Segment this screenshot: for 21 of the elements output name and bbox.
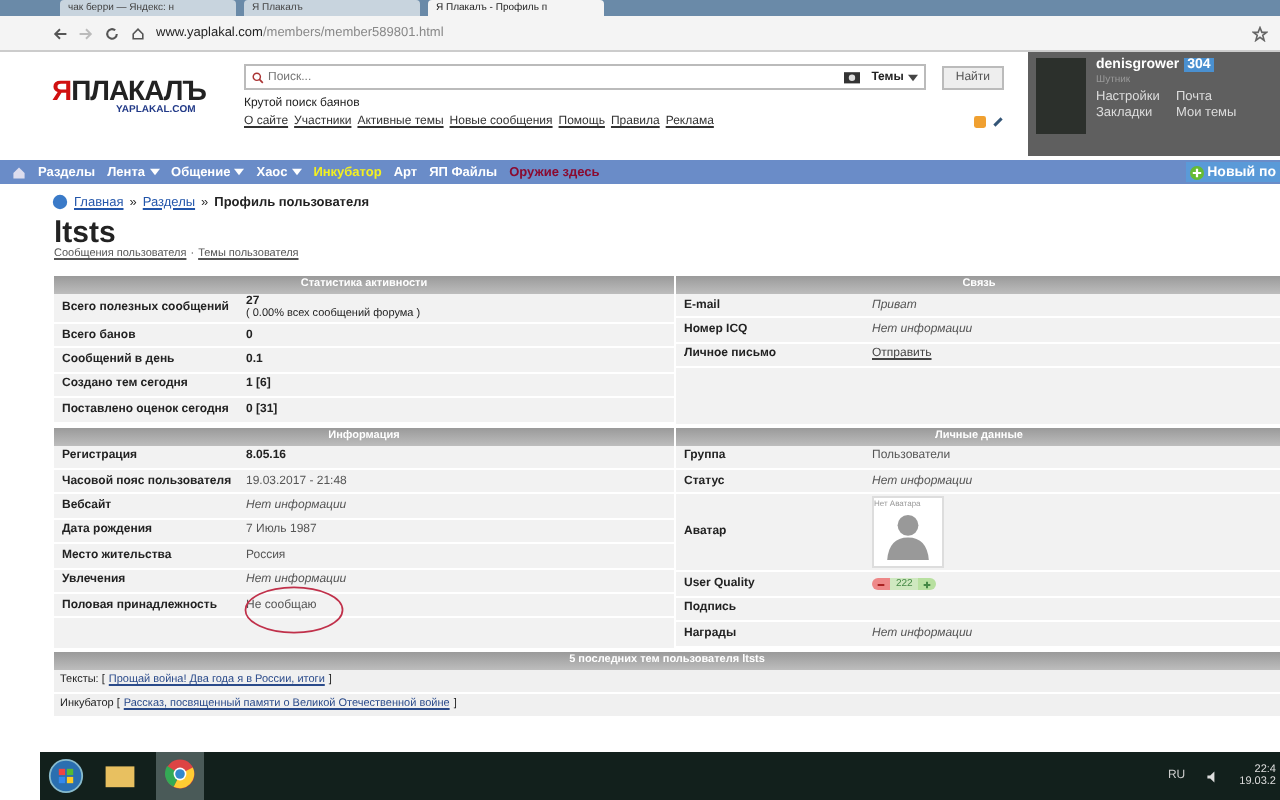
caret-icon xyxy=(149,167,160,175)
caret-icon xyxy=(291,167,302,175)
star-icon[interactable] xyxy=(1252,25,1268,41)
speaker-icon[interactable] xyxy=(1205,769,1220,783)
profile-name: ltsts xyxy=(54,218,118,248)
avatar-photo-placeholder xyxy=(1036,58,1086,134)
camera-icon[interactable] xyxy=(843,70,860,84)
back-icon[interactable] xyxy=(52,25,68,41)
reload-icon[interactable] xyxy=(104,25,120,41)
search-icon xyxy=(252,71,264,83)
caret-icon[interactable] xyxy=(907,73,918,81)
info-icon xyxy=(52,194,68,210)
caret-icon xyxy=(234,167,245,175)
plus-icon xyxy=(1189,165,1204,179)
browser-icon[interactable] xyxy=(164,758,196,790)
pencil-icon[interactable] xyxy=(992,116,1004,128)
home-icon[interactable] xyxy=(130,25,146,41)
folder-icon[interactable] xyxy=(104,760,136,792)
plus-icon[interactable] xyxy=(922,580,933,591)
start-button[interactable] xyxy=(48,758,84,794)
minus-icon[interactable] xyxy=(876,580,886,591)
